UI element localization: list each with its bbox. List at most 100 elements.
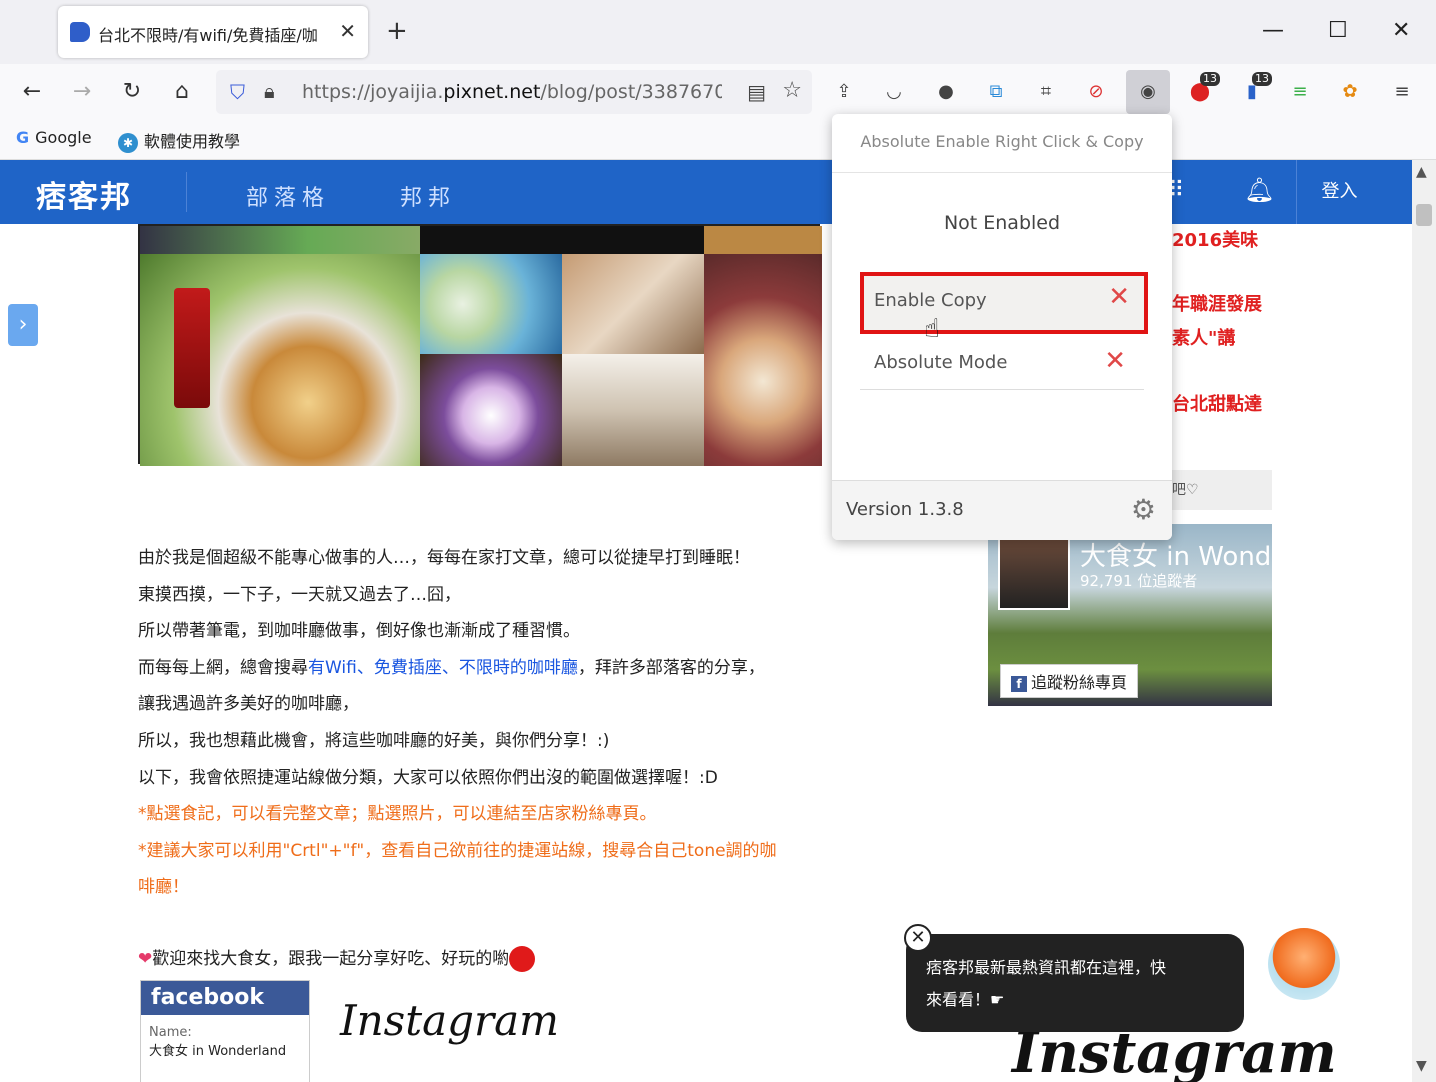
pocket-icon[interactable]: ◡: [880, 78, 908, 106]
fb-page-name[interactable]: 大食女 in Wonde: [1080, 536, 1272, 573]
extension-popup: Absolute Enable Right Click & Copy Not E…: [832, 114, 1172, 540]
bookmark-software-tutorial[interactable]: ✱ 軟體使用教學: [118, 128, 240, 153]
enable-copy-toggle-x-icon[interactable]: ✕: [1108, 282, 1130, 312]
tab-bar: 台北不限時/有wifi/免費插座/咖 ✕ + — ☐ ✕: [0, 0, 1436, 64]
site-logo[interactable]: 痞客邦: [36, 172, 132, 216]
reload-icon[interactable]: ↻: [116, 76, 148, 108]
reader-view-icon[interactable]: ▤: [747, 80, 766, 104]
absolute-mode-option[interactable]: Absolute Mode ✕: [860, 336, 1144, 390]
facebook-page-plugin[interactable]: 大食女 in Wonde 92,791 位追蹤者 f 追蹤粉絲專頁: [988, 524, 1272, 706]
page-content: 痞客邦 部落格 邦邦 ⠿ 🔔︎ 登入 › 由於我是個超級不能專心做事的人…，每每…: [0, 160, 1412, 1082]
instagram-logo[interactable]: Instagram: [340, 996, 559, 1045]
fb-follower-count: 92,791 位追蹤者: [1080, 572, 1198, 590]
red-sticker-icon: [509, 946, 536, 972]
browser-window: 台北不限時/有wifi/免費插座/咖 ✕ + — ☐ ✕ ← → ↻ ⌂ ⛉ 🔒…: [0, 0, 1436, 1082]
nav-toolbar: ← → ↻ ⌂ ⛉ 🔒︎ https://joyaijia.pixnet.net…: [0, 64, 1436, 120]
sidebar-news-item[interactable]: 年職涯發展: [1172, 290, 1262, 316]
login-button[interactable]: 登入: [1296, 160, 1382, 224]
scroll-down-icon[interactable]: ▼: [1416, 1058, 1427, 1074]
article-body: 由於我是個超級不能專心做事的人…，每每在家打文章，總可以從捷早打到睡眠！ 東摸西…: [138, 540, 818, 906]
feedly-icon[interactable]: ≡: [1286, 78, 1314, 106]
follow-page-button[interactable]: f 追蹤粉絲專頁: [1000, 664, 1139, 698]
popup-title: Absolute Enable Right Click & Copy: [860, 132, 1144, 151]
lock-icon[interactable]: 🔒︎: [264, 79, 275, 103]
bookmarks-toolbar: G Google ✱ 軟體使用教學: [0, 120, 1436, 160]
sidebar-news-item[interactable]: 素人"講: [1172, 324, 1235, 350]
screenshot-extension-icon[interactable]: ⧉: [982, 78, 1010, 106]
sidebar-news-item[interactable]: 2016美味: [1172, 226, 1258, 252]
extension-compass-icon[interactable]: ⊘: [1082, 78, 1110, 106]
absolute-mode-toggle-x-icon[interactable]: ✕: [1104, 346, 1126, 376]
article-note: *建議大家可以利用"Crtl"+"f"，查看自己欲前往的捷運站線，搜尋合自己to…: [138, 840, 777, 861]
photo-tile: [140, 226, 420, 254]
adblock-icon[interactable]: ⬤ 13: [1186, 72, 1220, 106]
fb-page-avatar: [998, 538, 1070, 610]
app-menu-icon[interactable]: ≡: [1388, 78, 1416, 106]
fb-name-value: 大食女 in Wonderland: [149, 1044, 287, 1059]
enable-copy-option[interactable]: Enable Copy ✕: [860, 272, 1148, 334]
extension-flame-icon[interactable]: ✿: [1336, 78, 1364, 106]
facebook-widget[interactable]: facebook Name: 大食女 in Wonderland: [140, 980, 310, 1082]
pocket-save-icon[interactable]: ⇪: [830, 78, 858, 106]
scroll-thumb[interactable]: [1416, 204, 1432, 226]
window-close-icon[interactable]: ✕: [1392, 16, 1410, 46]
pixnet-favicon-icon: [70, 22, 90, 42]
toast-text-line: 痞客邦最新最熱資訊都在這裡，快: [926, 958, 1167, 977]
scroll-up-icon[interactable]: ▲: [1416, 164, 1427, 180]
fans-header: 吧♡: [1168, 470, 1272, 510]
bookmark-google[interactable]: G Google: [16, 128, 92, 147]
bookmark-extension-badge: 13: [1252, 72, 1272, 86]
facebook-logo: facebook: [141, 981, 309, 1015]
settings-gear-icon[interactable]: ⚙: [1131, 493, 1156, 526]
tracking-shield-icon[interactable]: ⛉: [230, 80, 245, 104]
version-label: Version 1.3.8: [846, 499, 964, 520]
page-scrollbar[interactable]: ▲ ▼: [1412, 160, 1436, 1082]
url-bar[interactable]: ⛉ 🔒︎ https://joyaijia.pixnet.net/blog/po…: [216, 70, 812, 114]
software-gear-icon: ✱: [118, 133, 138, 153]
notification-bell-icon[interactable]: 🔔︎: [1244, 176, 1274, 204]
notification-toast[interactable]: 痞客邦最新最熱資訊都在這裡，快 來看看！☛: [906, 934, 1244, 1032]
bookmark-extension-icon[interactable]: ▮ 13: [1238, 72, 1272, 106]
enable-copy-label: Enable Copy: [874, 290, 987, 311]
cafe-photo-collage[interactable]: [138, 224, 822, 466]
article-line: 所以，我也想藉此機會，將這些咖啡廳的好美，與你們分享！:): [138, 730, 610, 751]
nav-blog[interactable]: 部落格: [246, 180, 330, 212]
popup-footer: Version 1.3.8 ⚙: [832, 480, 1172, 540]
photo-coffee-pour: [562, 254, 704, 354]
new-tab-button[interactable]: +: [386, 16, 408, 46]
tab-close-icon[interactable]: ✕: [339, 19, 356, 43]
url-text[interactable]: https://joyaijia.pixnet.net/blog/post/33…: [302, 81, 722, 103]
fox-mascot-icon[interactable]: [1268, 928, 1340, 1000]
back-icon[interactable]: ←: [16, 76, 48, 108]
maximize-icon[interactable]: ☐: [1328, 16, 1348, 46]
site-header: 痞客邦 部落格 邦邦 ⠿ 🔔︎ 登入: [0, 160, 1412, 224]
heart-icon: ❤: [138, 949, 153, 969]
cafe-search-link[interactable]: 有Wifi、免費插座、不限時的咖啡廳: [308, 658, 578, 678]
red-drink: [174, 288, 210, 408]
welcome-line: ❤歡迎來找大食女，跟我一起分享好吃、好玩的喲: [138, 944, 536, 972]
article-line: 而每每上網，總會搜尋有Wifi、免費插座、不限時的咖啡廳，拜許多部落客的分享，: [138, 657, 765, 678]
toast-close-icon[interactable]: ✕: [904, 924, 932, 952]
nav-bangbang[interactable]: 邦邦: [400, 180, 456, 212]
hand-cursor-icon: ☝: [924, 314, 940, 344]
photo-pastry: [704, 254, 822, 466]
facebook-f-icon: f: [1011, 676, 1027, 692]
toast-text-line: 來看看！☛: [926, 990, 1005, 1009]
minimize-icon[interactable]: —: [1262, 16, 1284, 46]
photo-cafe-interior: [562, 354, 704, 466]
active-tab[interactable]: 台北不限時/有wifi/免費插座/咖 ✕: [58, 6, 368, 58]
forward-icon[interactable]: →: [66, 76, 98, 108]
sidebar-news-item[interactable]: 台北甜點達: [1172, 390, 1262, 416]
side-expand-chevron-icon[interactable]: ›: [8, 304, 38, 346]
article-line: 由於我是個超級不能專心做事的人…，每每在家打文章，總可以從捷早打到睡眠！: [138, 548, 750, 568]
fb-name-label: Name:: [149, 1025, 192, 1040]
crop-icon[interactable]: ⌗: [1032, 78, 1060, 106]
photo-sandwich: [140, 254, 420, 466]
photo-tile: [704, 226, 822, 254]
photo-tile: [420, 226, 704, 254]
enable-right-click-extension-icon[interactable]: ◉: [1126, 70, 1170, 114]
header-divider: [186, 172, 187, 212]
extension-dark-circle-icon[interactable]: ●: [932, 78, 960, 106]
home-icon[interactable]: ⌂: [166, 76, 198, 108]
bookmark-star-icon[interactable]: ☆: [782, 78, 802, 103]
